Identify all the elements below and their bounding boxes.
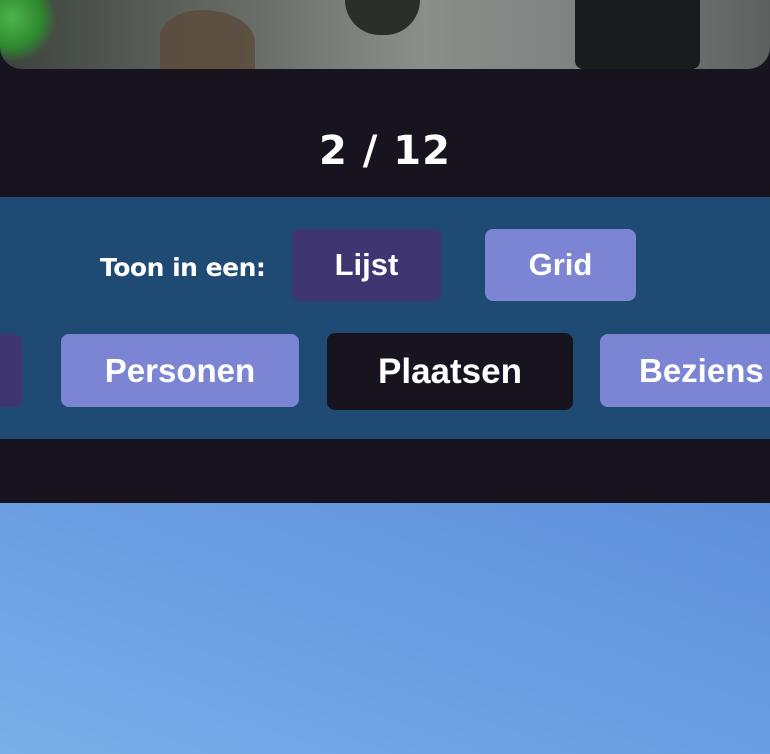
photo-object — [160, 10, 255, 69]
view-toggle-label: Toon in een: — [100, 253, 266, 282]
gallery-photo-bottom — [0, 503, 770, 754]
category-prev-button[interactable] — [0, 334, 22, 407]
category-plaatsen-button[interactable]: Plaatsen — [327, 333, 573, 410]
gallery-photo-top — [0, 0, 770, 69]
category-personen-button[interactable]: Personen — [61, 334, 299, 407]
view-list-button[interactable]: Lijst — [292, 229, 441, 301]
category-beziens-button[interactable]: Beziens — [600, 334, 770, 407]
bottom-band — [0, 439, 770, 503]
photo-person — [575, 0, 700, 69]
view-grid-button[interactable]: Grid — [485, 229, 636, 301]
photo-plant — [0, 0, 60, 60]
gallery-counter: 2 / 12 — [319, 128, 451, 174]
photo-wheel — [345, 0, 420, 35]
